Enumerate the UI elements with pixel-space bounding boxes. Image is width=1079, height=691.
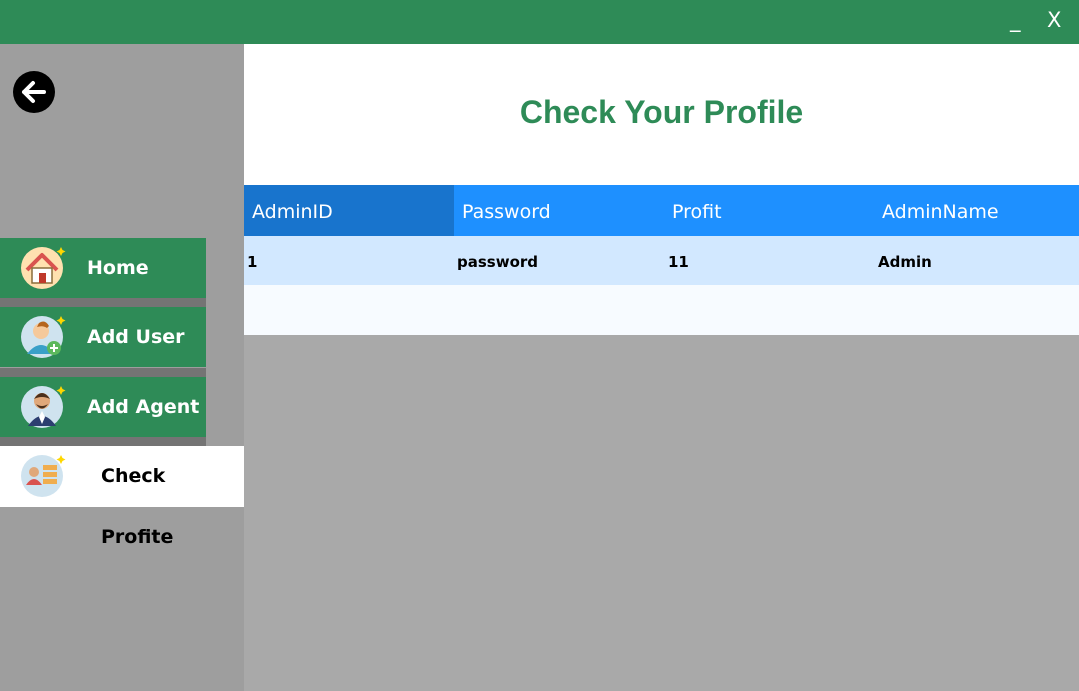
house-icon bbox=[21, 247, 66, 289]
sidebar-item-add-agent[interactable]: Add Agent bbox=[0, 377, 206, 437]
page-title: Check Your Profile bbox=[519, 94, 804, 130]
main-header: Check Your Profile bbox=[244, 44, 1079, 185]
column-header-adminname[interactable]: AdminName bbox=[874, 185, 1079, 236]
nav-separator bbox=[0, 437, 206, 446]
table-cell[interactable]: Admin bbox=[878, 236, 932, 285]
sidebar-item-add-user[interactable]: Add User bbox=[0, 307, 206, 367]
column-header-adminid[interactable]: AdminID bbox=[244, 185, 454, 236]
nav-separator bbox=[0, 368, 206, 377]
sidebar-item-label: Add Agent bbox=[87, 396, 200, 418]
sidebar-item-label: Add User bbox=[87, 326, 185, 348]
profile-list-icon bbox=[21, 455, 66, 497]
arrow-left-icon bbox=[22, 81, 46, 103]
sidebar-item-label: Check Profite bbox=[101, 465, 174, 548]
table-header: AdminID Password Profit AdminName bbox=[244, 185, 1079, 236]
table-cell[interactable]: 1 bbox=[247, 236, 257, 285]
back-button[interactable] bbox=[13, 71, 55, 113]
sidebar-item-check-profite[interactable]: Check Profite bbox=[0, 446, 244, 548]
sidebar-item-home[interactable]: Home bbox=[0, 238, 206, 298]
table-cell[interactable]: password bbox=[457, 236, 538, 285]
profile-table[interactable]: AdminID Password Profit AdminName 1 pass… bbox=[244, 185, 1079, 335]
agent-icon bbox=[21, 386, 66, 428]
nav-separator bbox=[0, 298, 206, 307]
minimize-button[interactable]: _ bbox=[1010, 6, 1021, 34]
add-user-icon bbox=[21, 316, 66, 358]
column-header-password[interactable]: Password bbox=[454, 185, 664, 236]
title-bar: _ X bbox=[0, 0, 1079, 44]
column-header-profit[interactable]: Profit bbox=[664, 185, 874, 236]
close-button[interactable]: X bbox=[1047, 6, 1061, 34]
table-cell[interactable]: 11 bbox=[668, 236, 689, 285]
sidebar-item-label: Home bbox=[87, 257, 149, 279]
table-row[interactable]: 1 password 11 Admin bbox=[244, 236, 1079, 285]
